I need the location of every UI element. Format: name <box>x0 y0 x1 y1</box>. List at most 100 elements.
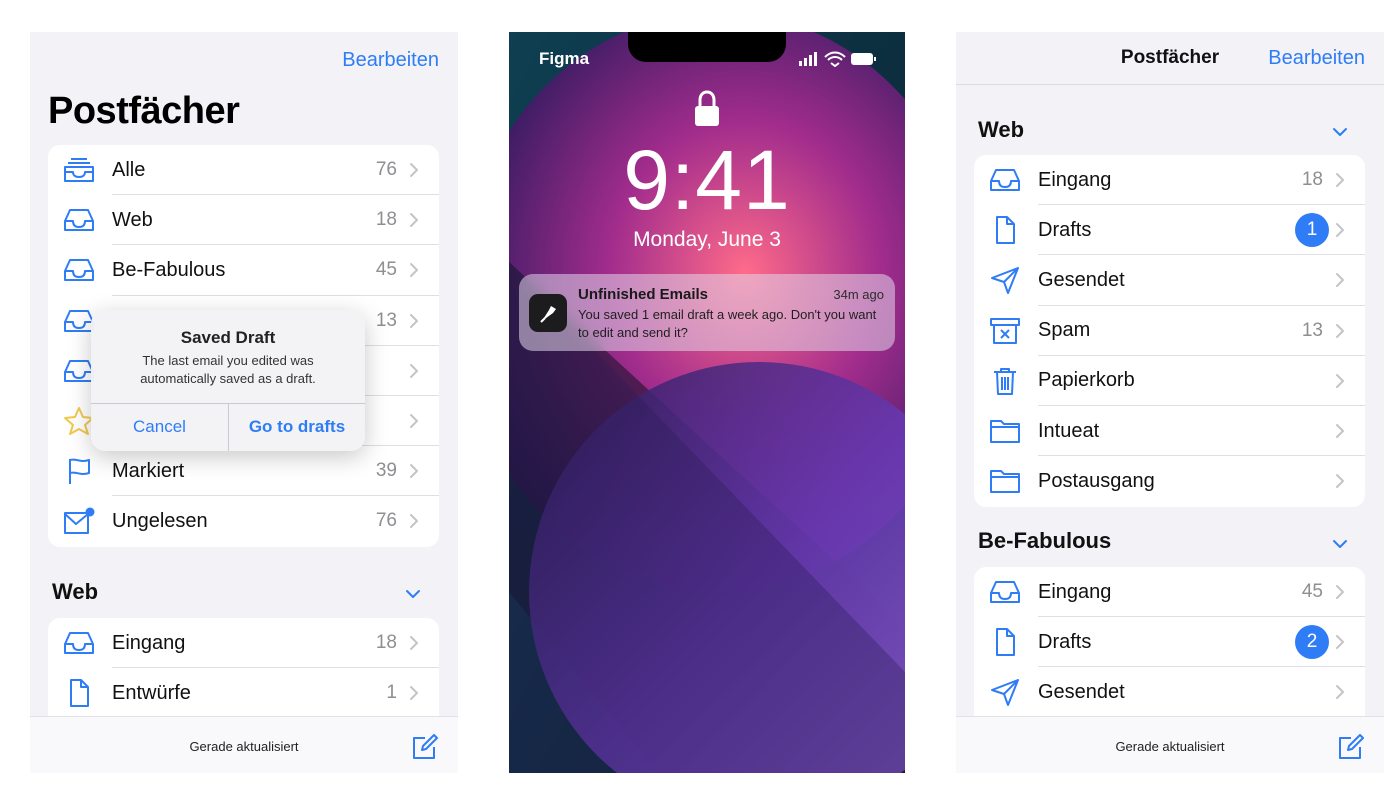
chevron-right-icon <box>1335 373 1345 389</box>
row-count: 39 <box>375 460 397 482</box>
mailbox-row-be-fabulous[interactable]: Be-Fabulous 45 <box>48 245 439 296</box>
envelope-badge-icon <box>62 506 96 536</box>
row-label: Gesendet <box>1038 680 1125 703</box>
clock-time: 9:41 <box>623 133 791 227</box>
chevron-right-icon <box>1335 584 1345 600</box>
row-label: Gesendet <box>1038 268 1125 291</box>
chevron-right-icon <box>409 685 419 701</box>
row-label: Spam <box>1038 319 1091 342</box>
bottom-toolbar: Gerade aktualisiert <box>30 716 458 773</box>
row-label: Be-Fabulous <box>112 258 226 281</box>
document-icon <box>62 678 96 708</box>
xmark-bin-icon <box>988 316 1022 346</box>
square-pencil-icon[interactable] <box>412 734 438 760</box>
page-title: Postfächer <box>48 90 240 132</box>
mailboxes-expanded-screen: Postfächer Bearbeiten Web Eingang 18 Dra… <box>956 32 1384 773</box>
unread-badge: 2 <box>1295 625 1329 660</box>
chevron-down-icon[interactable] <box>405 589 421 599</box>
be-fabulous-mailbox-list: Eingang 45 Drafts 2 Gesendet <box>974 567 1365 727</box>
status-icons <box>799 51 876 67</box>
alert-title: Saved Draft <box>180 328 276 347</box>
row-count: 13 <box>1301 319 1323 341</box>
chevron-right-icon <box>409 363 419 379</box>
chevron-right-icon <box>1335 272 1345 288</box>
chevron-right-icon <box>1335 634 1345 650</box>
web-row-inbox[interactable]: Eingang 18 <box>974 155 1365 206</box>
row-label: Eingang <box>112 631 186 654</box>
web-row-folder-intueat[interactable]: Intueat <box>974 406 1365 457</box>
chevron-right-icon <box>409 513 419 529</box>
web-row-trash[interactable]: Papierkorb <box>974 356 1365 406</box>
fab-row-inbox[interactable]: Eingang 45 <box>974 567 1365 618</box>
figma-app-icon <box>529 294 567 332</box>
chevron-right-icon <box>1335 423 1345 439</box>
square-pencil-icon[interactable] <box>1338 734 1364 760</box>
mailboxes-screen: Bearbeiten Postfächer Alle 76 Web 18 Be-… <box>30 32 458 773</box>
web-row-drafts[interactable]: Drafts 1 <box>974 205 1365 256</box>
tray-icon <box>988 165 1022 195</box>
folder-icon <box>988 416 1022 446</box>
row-count: 45 <box>375 259 397 281</box>
section-title-be-fabulous: Be-Fabulous <box>978 528 1112 553</box>
chevron-right-icon <box>409 463 419 479</box>
clock-date: Monday, June 3 <box>633 228 781 251</box>
flag-icon <box>62 456 96 486</box>
row-label: Alle <box>112 158 146 181</box>
chevron-right-icon <box>1335 323 1345 339</box>
notch <box>628 32 786 62</box>
carrier-label: Figma <box>539 49 590 68</box>
divider <box>956 84 1384 85</box>
notification-title: Unfinished Emails <box>578 286 709 303</box>
edit-button[interactable]: Bearbeiten <box>1268 47 1365 70</box>
web-row-outbox[interactable]: Postausgang <box>974 456 1365 506</box>
row-count: 76 <box>375 510 397 532</box>
row-count: 1 <box>386 682 397 704</box>
tray-icon <box>62 205 96 235</box>
row-count: 18 <box>375 209 397 231</box>
update-status: Gerade aktualisiert <box>1115 739 1225 754</box>
lock-screen: Figma 9:41 Monday, June 3 Unfinished Ema… <box>509 32 905 773</box>
lock-icon <box>695 90 719 126</box>
section-title-web: Web <box>978 117 1025 142</box>
chevron-right-icon <box>1335 684 1345 700</box>
row-label: Web <box>112 208 153 231</box>
update-status: Gerade aktualisiert <box>189 739 299 754</box>
web-row-drafts[interactable]: Entwürfe 1 <box>48 668 439 718</box>
row-label: Postausgang <box>1038 469 1155 492</box>
mailbox-row-web[interactable]: Web 18 <box>48 195 439 246</box>
mailbox-row-flagged[interactable]: Markiert 39 <box>48 446 439 497</box>
notification-card[interactable]: Unfinished Emails 34m ago You saved 1 em… <box>519 274 895 351</box>
go-to-drafts-button[interactable]: Go to drafts <box>229 403 365 451</box>
chevron-right-icon <box>409 413 419 429</box>
fab-row-drafts[interactable]: Drafts 2 <box>974 617 1365 668</box>
fab-row-sent[interactable]: Gesendet <box>974 667 1365 717</box>
tray-icon <box>62 255 96 285</box>
row-label: Drafts <box>1038 630 1092 653</box>
row-label: Papierkorb <box>1038 369 1135 392</box>
mailbox-row-unread[interactable]: Ungelesen 76 <box>48 496 439 546</box>
trash-icon <box>988 366 1022 396</box>
edit-button[interactable]: Bearbeiten <box>342 49 439 72</box>
row-count: 13 <box>375 309 397 331</box>
notification-body: You saved 1 email draft a week ago. Don'… <box>578 307 877 340</box>
tray-icon <box>62 628 96 658</box>
mailbox-row-all[interactable]: Alle 76 <box>48 145 439 196</box>
chevron-down-icon[interactable] <box>1332 127 1348 137</box>
row-label: Markiert <box>112 459 185 482</box>
row-count: 76 <box>375 159 397 181</box>
web-row-spam[interactable]: Spam 13 <box>974 306 1365 356</box>
chevron-right-icon <box>409 635 419 651</box>
saved-draft-alert: Saved Draft The last email you edited wa… <box>91 310 365 451</box>
row-label: Drafts <box>1038 218 1092 241</box>
alert-message: The last email you edited was automatica… <box>140 353 316 386</box>
web-row-inbox[interactable]: Eingang 18 <box>48 618 439 669</box>
tray-stack-icon <box>62 155 96 185</box>
unread-badge: 1 <box>1295 213 1329 248</box>
cancel-button[interactable]: Cancel <box>91 403 228 451</box>
row-label: Intueat <box>1038 419 1100 442</box>
row-label: Entwürfe <box>112 681 191 704</box>
chevron-down-icon[interactable] <box>1332 539 1348 549</box>
web-row-sent[interactable]: Gesendet <box>974 255 1365 306</box>
row-label: Eingang <box>1038 168 1112 191</box>
row-count: 45 <box>1301 581 1323 603</box>
